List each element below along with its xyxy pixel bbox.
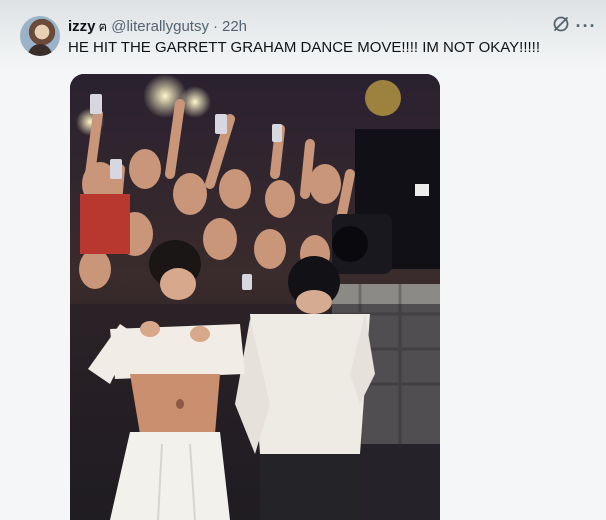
avatar-figure	[28, 44, 52, 56]
author-avatar[interactable]	[20, 16, 60, 56]
tweet-video[interactable]	[70, 74, 440, 520]
tweet-text: HE HIT THE GARRETT GRAHAM DANCE MOVE!!!!…	[68, 39, 541, 56]
header-separator: ·	[212, 17, 218, 35]
grok-button[interactable]	[549, 14, 573, 38]
name-emoji-badge: ฅ	[98, 18, 108, 34]
tweet-card[interactable]: izzy ฅ @literallygutsy · 22h ··· HE HIT …	[0, 0, 606, 520]
tweet-header: izzy ฅ @literallygutsy · 22h	[68, 16, 247, 36]
grok-icon	[551, 14, 571, 39]
more-options-button[interactable]: ···	[574, 14, 598, 38]
video-frame	[70, 74, 440, 520]
author-handle[interactable]: @literallygutsy	[111, 18, 209, 35]
author-display-name[interactable]: izzy	[68, 18, 96, 35]
more-icon: ···	[575, 15, 597, 36]
tweet-timestamp[interactable]: 22h	[222, 18, 247, 35]
tweet-page: izzy ฅ @literallygutsy · 22h ··· HE HIT …	[0, 0, 606, 520]
